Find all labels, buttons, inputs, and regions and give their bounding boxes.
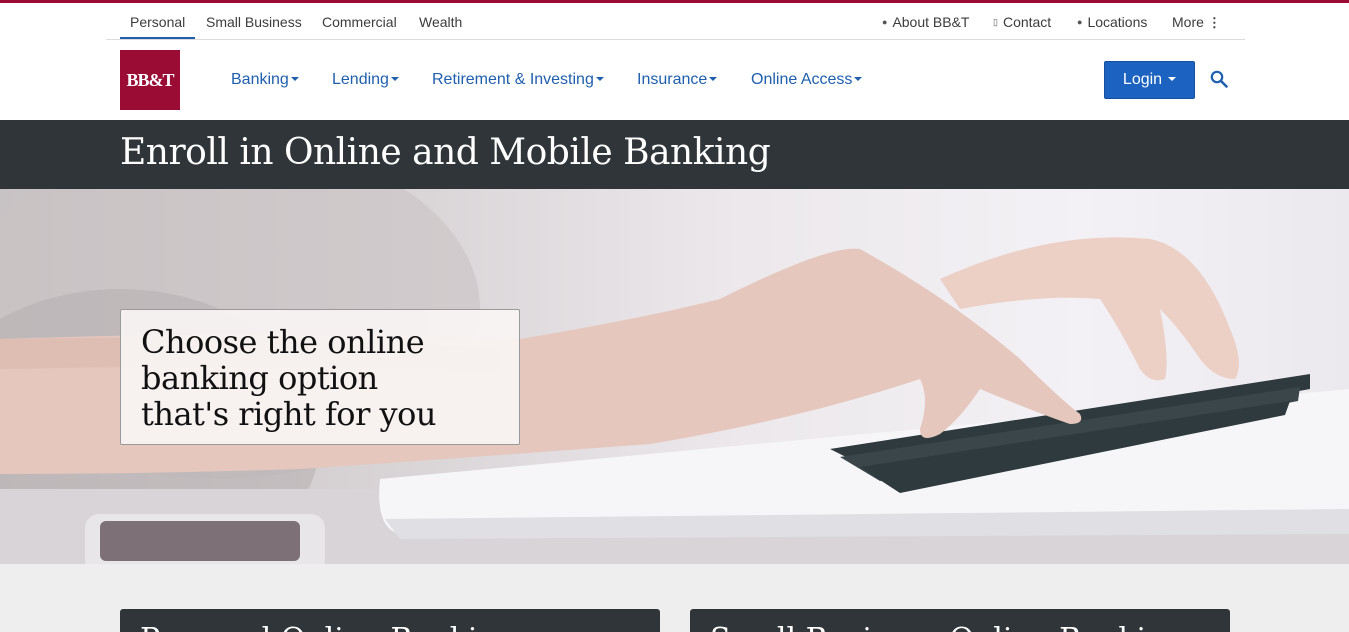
segment-label: Personal [130,14,186,30]
more-vertical-icon: ⋮ [1207,15,1221,30]
nav-banking[interactable]: Banking [231,68,299,92]
segment-wealth[interactable]: Wealth [419,3,462,39]
caret-down-icon [595,77,604,81]
nav-label: Banking [231,71,289,88]
small-business-online-banking-card[interactable]: Small Business Online Banking [690,609,1230,632]
nav-online-access[interactable]: Online Access [751,68,863,92]
phone-icon: ▯ [993,17,998,27]
caret-down-icon [290,77,299,81]
contact-label: Contact [1002,14,1052,30]
more-label: More [1172,14,1204,30]
about-link[interactable]: ● About BB&T [882,3,969,39]
login-button[interactable]: Login [1104,61,1195,99]
hero-image: Choose the online banking option that's … [0,189,1349,564]
person-icon: ● [882,17,888,27]
card-title: Personal Online Banking [140,623,660,632]
caret-down-icon [1168,77,1177,81]
nav-lending[interactable]: Lending [332,68,399,92]
nav-label: Online Access [751,71,853,88]
about-label: About BB&T [892,14,970,30]
bbt-logo[interactable]: BB&T [120,50,180,110]
logo-text: BB&T [126,70,174,90]
hero-callout: Choose the online banking option that's … [120,309,520,445]
locations-link[interactable]: ● Locations [1077,3,1147,39]
map-pin-icon: ● [1077,17,1083,27]
login-label: Login [1122,71,1163,88]
caret-down-icon [709,77,718,81]
nav-label: Retirement & Investing [432,71,594,88]
more-link[interactable]: More ⋮ [1172,3,1221,39]
nav-insurance[interactable]: Insurance [637,68,718,92]
nav-retirement-investing[interactable]: Retirement & Investing [432,68,604,92]
hero-line: Choose the online [141,323,425,361]
hero-line: banking option [141,359,378,397]
hero-line: that's right for you [141,395,436,433]
caret-down-icon [854,77,863,81]
utility-bar: Personal Small Business Commercial Wealt… [106,3,1245,40]
nav-label: Insurance [637,71,708,88]
segment-label: Wealth [419,14,463,30]
personal-online-banking-card[interactable]: Personal Online Banking [120,609,660,632]
nav-label: Lending [332,71,389,88]
segment-commercial[interactable]: Commercial [322,3,397,39]
segment-small-business[interactable]: Small Business [206,3,302,39]
search-icon[interactable] [1210,70,1228,88]
locations-label: Locations [1087,14,1148,30]
contact-link[interactable]: ▯ Contact [993,3,1051,39]
caret-down-icon [390,77,399,81]
segment-label: Small Business [206,14,302,30]
page-title: Enroll in Online and Mobile Banking [120,132,771,173]
segment-label: Commercial [322,14,397,30]
segment-personal[interactable]: Personal [120,3,196,39]
card-title: Small Business Online Banking [710,623,1230,632]
